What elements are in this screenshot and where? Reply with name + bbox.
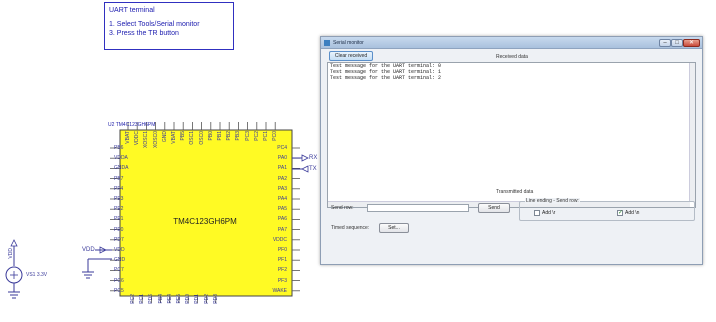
transmitted-data-label: Transmitted data [496, 189, 534, 195]
pin-label-top: VBAT [171, 131, 177, 144]
received-data-label: Received data [496, 54, 528, 60]
pin-label-left: PE3 [114, 196, 124, 202]
line-ending-group: Line ending - Send row: Add \r ✓ Add \n [519, 198, 695, 221]
vsource-vdd-label: VDD [8, 248, 14, 259]
pin-label-top: XOSC1 [143, 131, 150, 148]
chip-name: TM4C123GH6PM [173, 217, 237, 226]
add-n-label: Add \n [625, 210, 640, 216]
vdd-net-label: VDD [82, 247, 95, 253]
timed-sequence-label: Timed sequence: [331, 225, 370, 231]
pin-label-right: PA0 [277, 155, 287, 162]
chip-reference: U2 TM4C123GH6PM [108, 122, 156, 128]
pin-label-left: PE1 [114, 216, 124, 223]
pin-label-right: PF1 [277, 257, 287, 264]
pin-label-top: GND [161, 131, 168, 143]
gnd-wire [82, 258, 112, 279]
pin-label-right: PA5 [277, 206, 287, 213]
pin-label-left: PB7 [114, 175, 124, 182]
vdd-wire [95, 246, 112, 254]
pin-label-right: PF0 [277, 247, 287, 253]
pin-label-top: OSC1 [189, 131, 196, 145]
chip-body [119, 129, 293, 297]
note-step-1: 1. Select Tools/Serial monitor [109, 21, 200, 28]
pin-label-bottom: PC1 [139, 294, 146, 304]
add-r-checkbox[interactable] [534, 210, 540, 216]
pin-label-bottom: PB4 [157, 294, 164, 304]
pin-label-left: PC5 [114, 287, 124, 294]
pin-label-left: PC7 [114, 267, 124, 274]
pin-label-top: PC1 [263, 131, 269, 141]
pin-label-right: VDDC [272, 236, 287, 243]
pin-label-left: PD7 [114, 236, 124, 243]
rx-arrow [292, 154, 309, 162]
add-n-checkbox[interactable]: ✓ [617, 210, 623, 216]
pin-label-bottom: PD0 [185, 294, 192, 304]
app-icon [324, 40, 330, 46]
pin-label-top: XOSC0 [152, 131, 159, 148]
pin-label-right: PA3 [277, 185, 287, 192]
send-row-label: Send row: [331, 205, 354, 211]
pin-label-top: PC3 [244, 131, 251, 141]
clear-received-button[interactable]: Clear received [329, 51, 373, 61]
send-button[interactable]: Send [478, 203, 510, 213]
pin-label-right: PA2 [277, 175, 287, 182]
pin-label-top: PB3 [235, 131, 242, 141]
pin-label-left: PF4 [114, 185, 124, 192]
pin-label-right: PA6 [277, 216, 287, 223]
pin-label-top: PC2 [253, 131, 260, 141]
pin-label-top: OSC0 [198, 131, 205, 145]
pin-label-right: PA1 [277, 165, 287, 172]
vsource-label: VS1 3.3V [26, 272, 48, 278]
pin-label-top: VDDC [134, 131, 141, 146]
serial-monitor-window: Serial monitor – □ ✕ Clear received Rece… [320, 36, 703, 265]
received-data-box[interactable]: Test message for the UART terminal: 0 Te… [327, 62, 696, 208]
set-button[interactable]: Set... [379, 223, 409, 233]
pin-label-right: WAKE [272, 287, 287, 294]
pin-label-top: PB1 [217, 131, 223, 141]
pin-label-bottom: PE4 [166, 294, 173, 304]
minimize-button[interactable]: – [659, 39, 671, 47]
line-ending-label: Line ending - Send row: [525, 198, 580, 204]
pin-label-top: VBAT [125, 131, 131, 144]
pin-label-top: PB0 [207, 131, 214, 141]
pin-label-left: VDD [114, 247, 125, 253]
pin-label-left: PE0 [114, 226, 124, 233]
add-r-label: Add \r [542, 210, 556, 216]
pin-label-top: PB2 [226, 131, 233, 141]
note-step-2: 3. Press the TR button [109, 30, 179, 37]
pin-label-bottom: PD2 [203, 294, 210, 304]
pin-label-top: PB5 [180, 131, 187, 141]
pin-label-bottom: PD6 [148, 294, 155, 304]
pin-label-left: PE2 [114, 206, 124, 213]
vertical-scrollbar[interactable] [689, 63, 695, 202]
received-line: Test message for the UART terminal: 2 [330, 75, 442, 81]
pin-label-left: PC6 [114, 277, 124, 284]
pin-label-right: PA7 [277, 226, 287, 233]
pin-label-left: VDDA [114, 155, 128, 162]
send-row-input[interactable] [367, 204, 469, 212]
pin-label-right: PC4 [277, 145, 287, 151]
pin-label-bottom: PD1 [194, 294, 201, 304]
instructions-note: UART terminal 1. Select Tools/Serial mon… [104, 2, 234, 50]
maximize-button[interactable]: □ [671, 39, 683, 47]
rx-label: RX [309, 155, 318, 161]
pin-label-right: PF3 [277, 277, 287, 284]
window-title: Serial monitor [333, 40, 364, 46]
window-titlebar[interactable]: Serial monitor – □ ✕ [321, 37, 702, 49]
pin-label-left: PB6 [114, 145, 124, 151]
close-button[interactable]: ✕ [683, 39, 700, 47]
pin-label-left: GND [114, 257, 126, 264]
pin-label-bottom: PE5 [176, 294, 182, 304]
pin-label-right: PF2 [277, 267, 287, 274]
tx-label: TX [309, 166, 317, 172]
pin-label-bottom: PD3 [212, 294, 219, 304]
pin-label-top: PC0 [272, 131, 279, 141]
note-title: UART terminal [109, 7, 155, 14]
tx-arrow [292, 165, 309, 173]
pin-label-bottom: PC2 [130, 294, 136, 304]
pin-label-right: PA4 [277, 196, 287, 202]
pin-label-left: GNDA [114, 165, 129, 172]
